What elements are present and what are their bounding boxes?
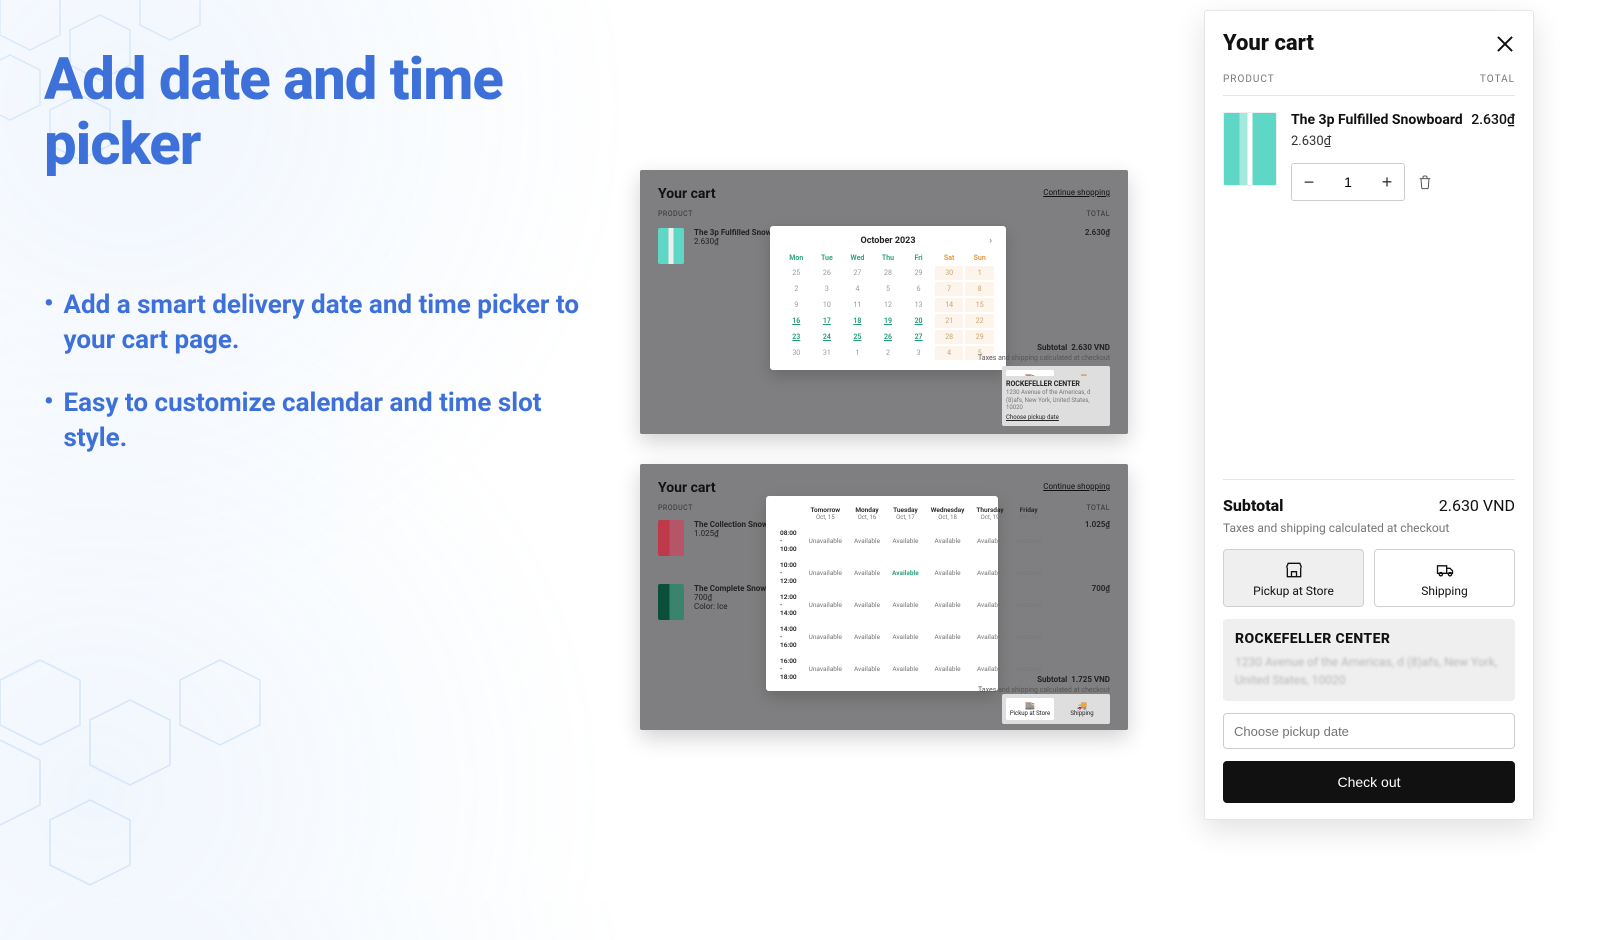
pickup-date-input[interactable] bbox=[1223, 713, 1515, 749]
drawer-title: Your cart bbox=[1223, 31, 1314, 56]
product-thumb bbox=[658, 228, 684, 264]
demo-timeslot-screenshot: Your cart Continue shopping PRODUCTTOTAL… bbox=[640, 464, 1128, 730]
timeslot-grid[interactable]: TomorrowOct, 15MondayOct, 16TuesdayOct, … bbox=[774, 502, 1048, 685]
close-icon[interactable] bbox=[1495, 34, 1515, 54]
location-address: 1230 Avenue of the Americas, d (8)afs, N… bbox=[1235, 653, 1503, 689]
quantity-stepper[interactable]: − + bbox=[1291, 163, 1405, 201]
tax-note: Taxes and shipping calculated at checkou… bbox=[1223, 521, 1515, 535]
truck-icon bbox=[1381, 560, 1508, 580]
qty-increment[interactable]: + bbox=[1370, 164, 1404, 200]
checkout-button[interactable]: Check out bbox=[1223, 761, 1515, 803]
trash-icon[interactable] bbox=[1417, 174, 1433, 190]
headline: Add date and time picker bbox=[44, 48, 604, 178]
subtotal-value: 2.630 VND bbox=[1439, 496, 1515, 515]
store-icon bbox=[1230, 560, 1357, 580]
line-total: 700₫ bbox=[1092, 584, 1110, 593]
chevron-right-icon[interactable]: › bbox=[989, 236, 992, 246]
line-total: 1.025₫ bbox=[1085, 520, 1110, 529]
product-thumb bbox=[658, 520, 684, 556]
qty-input[interactable] bbox=[1326, 164, 1370, 200]
product-thumb bbox=[658, 584, 684, 620]
pickup-location-card[interactable]: ROCKEFELLER CENTER 1230 Avenue of the Am… bbox=[1223, 619, 1515, 701]
product-thumb bbox=[1223, 112, 1277, 186]
line-total: 2.630₫ bbox=[1471, 112, 1515, 128]
continue-shopping-link[interactable]: Continue shopping bbox=[1043, 482, 1110, 491]
col-product: PRODUCT bbox=[1223, 74, 1275, 85]
cart-title: Your cart bbox=[658, 480, 1110, 496]
location-name: ROCKEFELLER CENTER bbox=[1235, 631, 1503, 647]
bullet-1: Add a smart delivery date and time picke… bbox=[63, 288, 604, 358]
cart-drawer: Your cart PRODUCT TOTAL The 3p Fulfilled… bbox=[1204, 10, 1534, 820]
item-name: The 3p Fulfilled Snowboard bbox=[1291, 112, 1463, 128]
pickup-location: ROCKEFELLER CENTER 1230 Avenue of the Am… bbox=[1002, 376, 1110, 426]
continue-shopping-link[interactable]: Continue shopping bbox=[1043, 188, 1110, 197]
bullet-2: Easy to customize calendar and time slot… bbox=[63, 386, 604, 456]
pickup-at-store-button[interactable]: Pickup at Store bbox=[1223, 549, 1364, 607]
qty-decrement[interactable]: − bbox=[1292, 164, 1326, 200]
delivery-method-toggle[interactable]: 🏬Pickup at Store 🚚Shipping bbox=[1002, 694, 1110, 724]
item-price: 2.630₫ bbox=[1291, 134, 1515, 149]
cart-title: Your cart bbox=[658, 186, 1110, 202]
line-total: 2.630₫ bbox=[1085, 228, 1110, 237]
demo-calendar-screenshot: Your cart Continue shopping PRODUCTTOTAL… bbox=[640, 170, 1128, 434]
col-total: TOTAL bbox=[1480, 74, 1515, 85]
shipping-button[interactable]: Shipping bbox=[1374, 549, 1515, 607]
subtotal-label: Subtotal bbox=[1223, 496, 1284, 515]
calendar-month: October 2023 › bbox=[782, 236, 994, 246]
